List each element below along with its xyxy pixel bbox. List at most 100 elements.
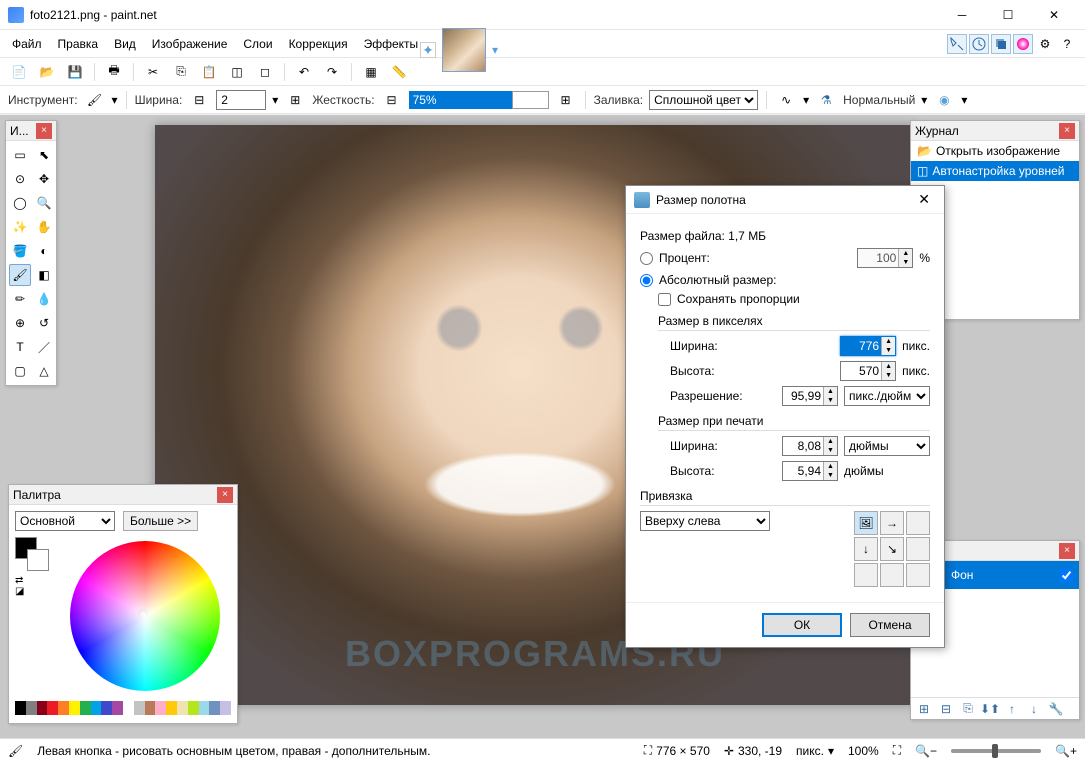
ruler-icon[interactable]: 📏 xyxy=(388,61,410,83)
hardness-slider[interactable]: 75% xyxy=(409,91,549,109)
colors-close-icon[interactable]: × xyxy=(217,487,233,503)
zoom-tool[interactable]: 🔍 xyxy=(33,192,55,214)
height-in-input[interactable]: ▲▼ xyxy=(782,461,838,481)
reset-colors-icon[interactable]: ◪ xyxy=(15,586,49,597)
merge-layer-icon[interactable]: ⬇⬆ xyxy=(981,700,999,718)
blend-mode[interactable]: Нормальный xyxy=(843,93,915,107)
print-unit-select[interactable]: дюймы xyxy=(844,436,930,456)
shape-tool[interactable]: △ xyxy=(33,360,55,382)
grid-icon[interactable]: ▦ xyxy=(360,61,382,83)
minimize-button[interactable]: ─ xyxy=(939,0,985,30)
rect-tool[interactable]: ▢ xyxy=(9,360,31,382)
absolute-radio[interactable] xyxy=(640,274,653,287)
zoom-in-icon[interactable]: 🔍+ xyxy=(1055,744,1077,758)
pan-tool[interactable]: ✋ xyxy=(33,216,55,238)
lasso-tool[interactable]: ⊙ xyxy=(9,168,31,190)
menu-effects[interactable]: Эффекты xyxy=(356,33,427,55)
redo-icon[interactable]: ↷ xyxy=(321,61,343,83)
fill-tool[interactable]: 🪣 xyxy=(9,240,31,262)
print-icon[interactable]: 🖶 xyxy=(103,61,125,83)
layer-visible-checkbox[interactable] xyxy=(1060,569,1073,582)
gradient-tool[interactable]: ◐ xyxy=(33,240,55,262)
clone-tool[interactable]: ⊕ xyxy=(9,312,31,334)
more-button[interactable]: Больше >> xyxy=(123,511,198,531)
antialias-icon[interactable]: ∿ xyxy=(775,89,797,111)
height-px-input[interactable]: ▲▼ xyxy=(840,361,896,381)
close-button[interactable]: ✕ xyxy=(1031,0,1077,30)
menu-file[interactable]: Файл xyxy=(4,33,50,55)
fill-select[interactable]: Сплошной цвет xyxy=(649,90,758,110)
history-item[interactable]: 📂Открыть изображение xyxy=(911,141,1079,161)
layers-toggle-icon[interactable] xyxy=(991,34,1011,54)
pencil-tool[interactable]: ✏ xyxy=(9,288,31,310)
color-mode-select[interactable]: Основной xyxy=(15,511,115,531)
layers-close-icon[interactable]: × xyxy=(1059,543,1075,559)
hardness-increase-icon[interactable]: ⊞ xyxy=(555,89,577,111)
brush-tool[interactable]: 🖌 xyxy=(9,264,31,286)
help-icon[interactable]: ? xyxy=(1057,34,1077,54)
delete-layer-icon[interactable]: ⊟ xyxy=(937,700,955,718)
move-sel-tool[interactable]: ⬉ xyxy=(33,144,55,166)
ok-button[interactable]: ОК xyxy=(762,613,842,637)
history-toggle-icon[interactable] xyxy=(969,34,989,54)
menu-edit[interactable]: Правка xyxy=(50,33,107,55)
history-item[interactable]: ◫Автонастройка уровней xyxy=(911,161,1079,181)
keep-ratio-checkbox[interactable] xyxy=(658,293,671,306)
layer-props-icon[interactable]: 🔧 xyxy=(1047,700,1065,718)
menu-adjust[interactable]: Коррекция xyxy=(281,33,356,55)
dialog-close-icon[interactable]: ✕ xyxy=(912,189,936,210)
wand-tool[interactable]: ✨ xyxy=(9,216,31,238)
open-icon[interactable]: 📂 xyxy=(36,61,58,83)
copy-icon[interactable]: ⎘ xyxy=(170,61,192,83)
menu-layers[interactable]: Слои xyxy=(235,33,280,55)
ellipse-select-tool[interactable]: ◯ xyxy=(9,192,31,214)
cut-icon[interactable]: ✂ xyxy=(142,61,164,83)
menu-image[interactable]: Изображение xyxy=(144,33,236,55)
recolor-tool[interactable]: ↺ xyxy=(33,312,55,334)
colors-toggle-icon[interactable] xyxy=(1013,34,1033,54)
resolution-unit-select[interactable]: пикс./дюйм xyxy=(844,386,930,406)
width-in-input[interactable]: ▲▼ xyxy=(782,436,838,456)
thumb-dropdown-icon[interactable]: ▾ xyxy=(492,43,498,57)
picker-tool[interactable]: 💧 xyxy=(33,288,55,310)
blend-icon[interactable]: ⚗ xyxy=(815,89,837,111)
move-tool[interactable]: ✥ xyxy=(33,168,55,190)
brush-width-input[interactable] xyxy=(216,90,266,110)
overwrite-icon[interactable]: ◉ xyxy=(933,89,955,111)
width-increase-icon[interactable]: ⊞ xyxy=(284,89,306,111)
line-tool[interactable]: ／ xyxy=(33,336,55,358)
text-tool[interactable]: T xyxy=(9,336,31,358)
history-close-icon[interactable]: × xyxy=(1059,123,1075,139)
new-icon[interactable]: 📄 xyxy=(8,61,30,83)
layer-up-icon[interactable]: ↑ xyxy=(1003,700,1021,718)
add-layer-icon[interactable]: ⊞ xyxy=(915,700,933,718)
color-swatches[interactable] xyxy=(15,537,49,571)
width-px-input[interactable]: ▲▼ xyxy=(840,336,896,356)
duplicate-layer-icon[interactable]: ⎘ xyxy=(959,700,977,718)
layer-down-icon[interactable]: ↓ xyxy=(1025,700,1043,718)
tools-close-icon[interactable]: × xyxy=(36,123,52,139)
swap-colors-icon[interactable]: ⇄ xyxy=(15,575,49,586)
percent-radio[interactable] xyxy=(640,252,653,265)
color-wheel[interactable] xyxy=(70,541,220,691)
menu-view[interactable]: Вид xyxy=(106,33,144,55)
brush-tool-icon[interactable]: 🖌 xyxy=(84,89,106,111)
deselect-icon[interactable]: ◻ xyxy=(254,61,276,83)
hardness-decrease-icon[interactable]: ⊟ xyxy=(381,89,403,111)
zoom-out-icon[interactable]: 🔍− xyxy=(915,744,937,758)
settings-icon[interactable]: ⚙ xyxy=(1035,34,1055,54)
width-decrease-icon[interactable]: ⊟ xyxy=(188,89,210,111)
paste-icon[interactable]: 📋 xyxy=(198,61,220,83)
anchor-select[interactable]: Вверху слева xyxy=(640,511,770,531)
cancel-button[interactable]: Отмена xyxy=(850,613,930,637)
maximize-button[interactable]: ☐ xyxy=(985,0,1031,30)
save-icon[interactable]: 💾 xyxy=(64,61,86,83)
resolution-input[interactable]: ▲▼ xyxy=(782,386,838,406)
status-unit[interactable]: пикс. xyxy=(796,744,824,758)
new-image-icon[interactable]: ✦ xyxy=(420,42,436,58)
tools-toggle-icon[interactable] xyxy=(947,34,967,54)
fit-icon[interactable]: ⛶ xyxy=(893,743,901,758)
undo-icon[interactable]: ↶ xyxy=(293,61,315,83)
rect-select-tool[interactable]: ▭ xyxy=(9,144,31,166)
status-zoom[interactable]: 100% xyxy=(848,744,879,758)
